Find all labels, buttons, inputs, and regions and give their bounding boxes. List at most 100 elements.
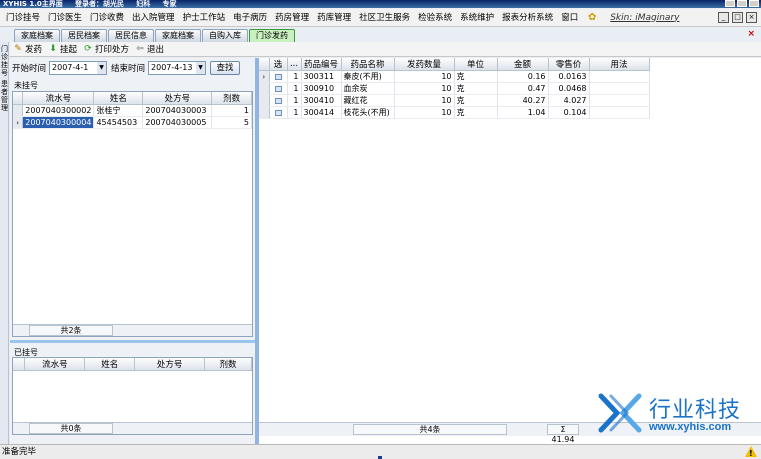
- search-button[interactable]: 查找: [210, 61, 241, 75]
- prescription-detail-grid: 选 ... 药品编号 药品名称 发药数量 单位 金额 零售价 用法 › 1 30…: [259, 58, 761, 438]
- table-row[interactable]: 1 300414 枝花头(不用) 10 克 1.04 0.104: [259, 106, 650, 119]
- status-text: 准备完毕: [2, 447, 37, 457]
- menu-item-lab[interactable]: 检验系统: [414, 9, 456, 27]
- patient-list-panel: 开始时间 2007-4-1 ▼ 结束时间 2007-4-13 ▼ 查找 未挂号 …: [10, 58, 255, 444]
- toolbar: ✎ 发药 ⬇ 挂起 ⟳ 打印处方 ⇦ 退出: [10, 42, 761, 57]
- table-row[interactable]: › 1 300311 秦皮(不用) 10 克 0.16 0.0163: [259, 70, 650, 83]
- dispense-icon: ✎: [14, 44, 22, 54]
- exit-button[interactable]: ⇦ 退出: [135, 43, 164, 55]
- unregistered-grid: 流水号 姓名 处方号 剂数 2007040300002 张桂宁 20070403…: [12, 91, 253, 337]
- hold-button[interactable]: ⬇ 挂起: [48, 43, 77, 55]
- column-header[interactable]: 剂数: [211, 92, 252, 105]
- warning-icon[interactable]: !: [745, 446, 757, 458]
- row-select-checkbox[interactable]: [274, 85, 282, 92]
- skin-tool-icon[interactable]: ✿: [586, 12, 598, 24]
- column-header-more[interactable]: ...: [287, 58, 302, 71]
- status-bar: 准备完毕 !: [0, 444, 761, 459]
- menu-item-outpatient-doctor[interactable]: 门诊医生: [44, 9, 86, 27]
- column-header-retail-price[interactable]: 零售价: [548, 58, 590, 71]
- chevron-down-icon[interactable]: ▼: [97, 62, 107, 74]
- column-header-unit[interactable]: 单位: [454, 58, 498, 71]
- dock-item-patient[interactable]: 患者管理: [0, 80, 9, 112]
- maximize-button[interactable]: [737, 0, 747, 7]
- row-pointer-icon: ›: [259, 70, 270, 83]
- tab-family-archive-2[interactable]: 家庭档案: [155, 29, 201, 42]
- table-row[interactable]: 1 300910 血余炭 10 克 0.47 0.0468: [259, 82, 650, 95]
- start-date-picker[interactable]: 2007-4-1 ▼: [49, 61, 108, 75]
- menu-item-reports[interactable]: 报表分析系统: [498, 9, 557, 27]
- dock-item-register[interactable]: 门诊挂号: [0, 45, 9, 77]
- column-header[interactable]: 姓名: [93, 92, 144, 105]
- menu-item-drug-store[interactable]: 药库管理: [313, 9, 355, 27]
- registered-count: 共0条: [29, 423, 113, 434]
- menu-item-emr[interactable]: 电子病历: [229, 9, 271, 27]
- horizontal-splitter[interactable]: [10, 340, 255, 343]
- skin-label[interactable]: Skin: iMaginary: [610, 13, 679, 23]
- table-row[interactable]: 1 300410 藏红花 10 克 40.27 4.027: [259, 94, 650, 107]
- menu-item-admission[interactable]: 出入院管理: [128, 9, 179, 27]
- menu-bar: 门诊挂号 门诊医生 门诊收费 出入院管理 护士工作站 电子病历 药房管理 药库管…: [0, 9, 761, 27]
- minimize-button[interactable]: [725, 0, 735, 7]
- login-role: 专家: [162, 0, 177, 8]
- logo-mark-icon: [598, 393, 642, 433]
- end-time-label: 结束时间: [111, 64, 146, 74]
- chevron-down-icon[interactable]: ▼: [196, 62, 206, 74]
- column-header[interactable]: 剂数: [204, 358, 252, 371]
- unregistered-title: 未挂号: [14, 81, 38, 90]
- menu-item-community-health[interactable]: 社区卫生服务: [355, 9, 414, 27]
- print-icon: ⟳: [84, 44, 92, 54]
- mdi-minimize-icon[interactable]: _: [718, 12, 729, 23]
- column-header[interactable]: 姓名: [84, 358, 136, 371]
- column-header-usage[interactable]: 用法: [589, 58, 650, 71]
- detail-total: Σ 41.94: [547, 424, 579, 444]
- menu-item-pharmacy[interactable]: 药房管理: [271, 9, 313, 27]
- tab-outpatient-dispense[interactable]: 门诊发药: [249, 29, 295, 42]
- menu-item-system-maintenance[interactable]: 系统维护: [456, 9, 498, 27]
- prescription-detail-panel: 选 ... 药品编号 药品名称 发药数量 单位 金额 零售价 用法 › 1 30…: [259, 58, 761, 444]
- column-header[interactable]: 处方号: [142, 92, 213, 105]
- row-select-checkbox[interactable]: [274, 97, 282, 104]
- row-select-checkbox[interactable]: [274, 73, 282, 80]
- column-header-drug-code[interactable]: 药品编号: [301, 58, 342, 71]
- window-title: XYHIS 1.0主界面: [3, 0, 63, 8]
- menu-item-nurse-station[interactable]: 护士工作站: [179, 9, 230, 27]
- column-header-drug-name[interactable]: 药品名称: [341, 58, 395, 71]
- table-row[interactable]: 2007040300002 张桂宁 200704030003 1: [13, 104, 252, 117]
- title-bar: XYHIS 1.0主界面 登录者：胡光民 妇科 专家: [0, 0, 761, 8]
- column-header-amount[interactable]: 金额: [497, 58, 549, 71]
- dispense-button[interactable]: ✎ 发药: [13, 43, 42, 55]
- start-time-label: 开始时间: [12, 64, 47, 74]
- registered-grid: 流水号 姓名 处方号 剂数 共0条: [12, 357, 253, 435]
- table-row[interactable]: › 2007040300004 45454503 200704030005 5: [13, 116, 252, 129]
- tab-resident-info[interactable]: 居民信息: [108, 29, 154, 42]
- company-logo: 行业科技 www.xyhis.com: [597, 390, 757, 438]
- login-dept: 妇科: [136, 0, 151, 8]
- close-tab-icon[interactable]: ×: [747, 29, 755, 39]
- document-tabs: 家庭档案 居民档案 居民信息 家庭档案 自购入库 门诊发药 ×: [0, 28, 761, 42]
- mdi-close-icon[interactable]: ×: [746, 12, 757, 23]
- end-date-picker[interactable]: 2007-4-13 ▼: [148, 61, 207, 75]
- print-prescription-button[interactable]: ⟳ 打印处方: [83, 43, 129, 55]
- menu-item-outpatient-charge[interactable]: 门诊收费: [86, 9, 128, 27]
- column-header-select[interactable]: 选: [269, 58, 288, 71]
- tab-resident-archive[interactable]: 居民档案: [61, 29, 107, 42]
- logo-cn-text: 行业科技: [649, 398, 742, 423]
- column-header-dispense-qty[interactable]: 发药数量: [394, 58, 455, 71]
- column-header[interactable]: 流水号: [22, 92, 95, 105]
- tab-self-purchase[interactable]: 自购入库: [202, 29, 248, 42]
- column-header[interactable]: 处方号: [134, 358, 206, 371]
- logo-url: www.xyhis.com: [649, 421, 732, 433]
- unregistered-count: 共2条: [29, 325, 113, 336]
- tab-family-archive[interactable]: 家庭档案: [14, 29, 60, 42]
- mdi-restore-icon[interactable]: □: [732, 12, 743, 23]
- date-search-bar: 开始时间 2007-4-1 ▼ 结束时间 2007-4-13 ▼ 查找: [12, 60, 253, 76]
- column-header[interactable]: 流水号: [24, 358, 86, 371]
- row-pointer-icon: ›: [13, 116, 24, 129]
- row-select-checkbox[interactable]: [274, 109, 282, 116]
- down-arrow-icon: ⬇: [49, 44, 57, 54]
- menu-item-outpatient-register[interactable]: 门诊挂号: [2, 9, 44, 27]
- menu-item-window[interactable]: 窗口: [557, 9, 582, 27]
- left-dock-strip: 门诊挂号 患者管理: [0, 42, 9, 444]
- login-user: 登录者：胡光民: [75, 0, 125, 8]
- close-window-button[interactable]: [749, 0, 759, 7]
